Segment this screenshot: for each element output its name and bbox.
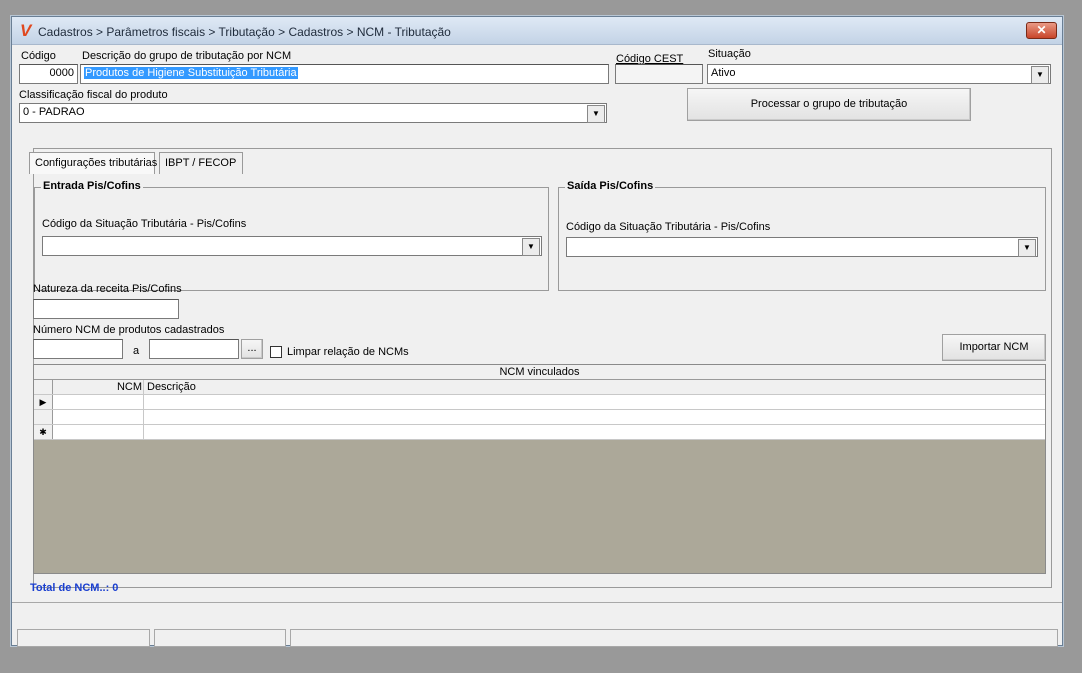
- cest-input[interactable]: [615, 64, 703, 84]
- column-header-descricao[interactable]: Descrição: [145, 380, 196, 394]
- header-indicator-cell: [34, 380, 53, 394]
- ncm-from-input[interactable]: [33, 339, 123, 359]
- importar-ncm-button[interactable]: Importar NCM: [942, 334, 1046, 361]
- entrada-group: Entrada Pis/Cofins Código da Situação Tr…: [34, 180, 549, 291]
- table-row-new[interactable]: ✱: [34, 425, 1045, 440]
- classificacao-select[interactable]: 0 - PADRAO ▼: [19, 103, 607, 123]
- descricao-cell[interactable]: [145, 425, 147, 439]
- descricao-selected-text: Produtos de Higiene Substituição Tributá…: [84, 67, 298, 79]
- limpar-checkbox[interactable]: [270, 346, 282, 358]
- limpar-label: Limpar relação de NCMs: [287, 346, 409, 358]
- descricao-input[interactable]: Produtos de Higiene Substituição Tributá…: [80, 64, 609, 84]
- chevron-down-icon[interactable]: ▼: [1018, 239, 1036, 257]
- tab-configuracoes[interactable]: Configurações tributárias: [29, 152, 157, 174]
- natureza-label: Natureza da receita Pis/Cofins: [33, 283, 182, 295]
- browse-button[interactable]: ...: [241, 339, 263, 359]
- ncm-cell[interactable]: [54, 425, 144, 439]
- saida-title: Saída Pis/Cofins: [565, 180, 656, 192]
- ncm-cell[interactable]: [54, 395, 144, 409]
- entrada-cst-select[interactable]: ▼: [42, 236, 542, 256]
- main-window: V Cadastros > Parâmetros fiscais > Tribu…: [11, 16, 1063, 647]
- table-row[interactable]: ▶: [34, 395, 1045, 410]
- codigo-input[interactable]: 0000: [19, 64, 78, 84]
- saida-cst-select[interactable]: ▼: [566, 237, 1038, 257]
- footer-divider: [12, 602, 1062, 603]
- descricao-label: Descrição do grupo de tributação por NCM: [82, 50, 292, 62]
- current-row-icon: ▶: [34, 395, 53, 409]
- status-panel-2: [154, 629, 286, 647]
- ncm-range-label: Número NCM de produtos cadastrados: [33, 324, 225, 336]
- saida-group: Saída Pis/Cofins Código da Situação Trib…: [558, 180, 1046, 291]
- ncm-grid[interactable]: NCM vinculados NCM Descrição ▶ ✱: [33, 364, 1046, 574]
- entrada-cst-label: Código da Situação Tributária - Pis/Cofi…: [42, 218, 247, 230]
- total-ncm-text: Total de NCM..: 0: [30, 582, 119, 594]
- ncm-range-separator: a: [133, 345, 140, 357]
- situacao-value: Ativo: [711, 67, 736, 79]
- column-header-ncm[interactable]: NCM: [54, 380, 144, 394]
- descricao-cell[interactable]: [145, 410, 147, 424]
- chevron-down-icon[interactable]: ▼: [587, 105, 605, 123]
- status-panel-3: [290, 629, 1058, 647]
- status-panel-1: [17, 629, 150, 647]
- chevron-down-icon[interactable]: ▼: [1031, 66, 1049, 84]
- grid-caption: NCM vinculados: [34, 365, 1045, 380]
- row-indicator-cell: [34, 410, 53, 424]
- codigo-label: Código: [21, 50, 56, 62]
- classificacao-value: 0 - PADRAO: [23, 106, 85, 118]
- processar-button[interactable]: Processar o grupo de tributação: [687, 88, 971, 121]
- tab-ibpt-fecop[interactable]: IBPT / FECOP: [159, 152, 243, 174]
- descricao-cell[interactable]: [145, 395, 147, 409]
- ncm-cell[interactable]: [54, 410, 144, 424]
- grid-header-row: NCM Descrição: [34, 380, 1045, 395]
- chevron-down-icon[interactable]: ▼: [522, 238, 540, 256]
- classificacao-label: Classificação fiscal do produto: [19, 89, 168, 101]
- title-bar[interactable]: V Cadastros > Parâmetros fiscais > Tribu…: [12, 17, 1062, 45]
- natureza-input[interactable]: [33, 299, 179, 319]
- saida-cst-label: Código da Situação Tributária - Pis/Cofi…: [566, 221, 771, 233]
- ncm-to-input[interactable]: [149, 339, 239, 359]
- table-row[interactable]: [34, 410, 1045, 425]
- situacao-label: Situação: [708, 48, 751, 60]
- app-logo-icon: V: [20, 21, 32, 40]
- new-row-icon: ✱: [34, 425, 53, 439]
- window-title: Cadastros > Parâmetros fiscais > Tributa…: [38, 25, 451, 39]
- close-button[interactable]: ✕: [1026, 22, 1057, 39]
- situacao-select[interactable]: Ativo ▼: [707, 64, 1051, 84]
- entrada-title: Entrada Pis/Cofins: [41, 180, 143, 192]
